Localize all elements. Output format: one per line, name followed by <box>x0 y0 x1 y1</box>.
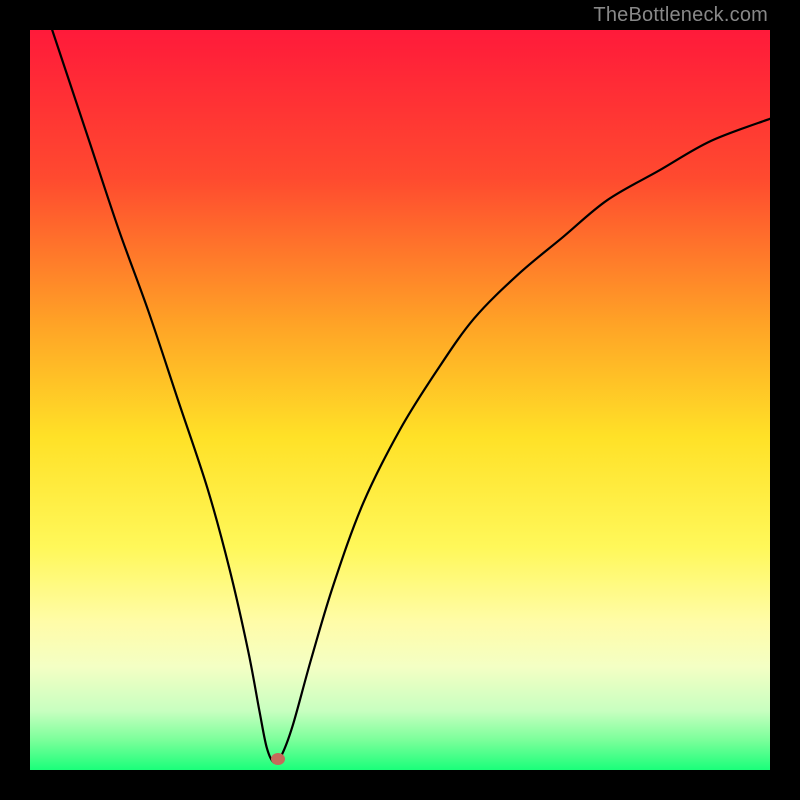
chart-frame: TheBottleneck.com <box>0 0 800 800</box>
attribution-text: TheBottleneck.com <box>593 4 768 27</box>
optimal-point-marker <box>271 753 285 765</box>
bottleneck-curve <box>30 30 770 770</box>
plot-area <box>30 30 770 770</box>
